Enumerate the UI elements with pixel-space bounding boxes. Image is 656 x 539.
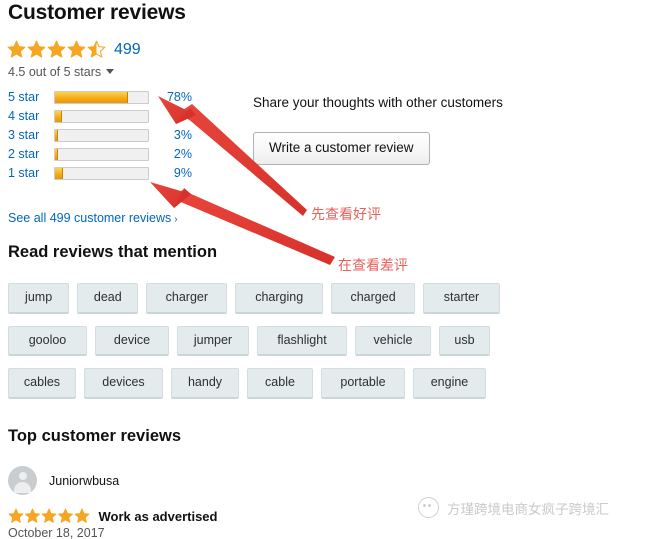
rating-out-of-dropdown[interactable]: 4.5 out of 5 stars (8, 65, 115, 79)
histogram-percent-label[interactable]: 78% (149, 91, 192, 104)
histogram-row-4-star[interactable]: 4 star 8% (8, 109, 203, 124)
histogram-percent-label[interactable]: 3% (149, 129, 192, 142)
wechat-logo-dot-left (423, 504, 426, 507)
top-customer-reviews-title: Top customer reviews (8, 427, 182, 445)
annotation-note-top: 先查看好评 (311, 207, 381, 223)
histogram-row-5-star[interactable]: 5 star 78% (8, 90, 203, 105)
mention-tag-starter[interactable]: starter (423, 283, 500, 314)
histogram-bar-fill (55, 92, 128, 103)
mention-tag-usb[interactable]: usb (439, 325, 490, 356)
mention-tag-device[interactable]: device (95, 325, 169, 356)
review-count-link[interactable]: 499 (114, 41, 141, 58)
mention-tag-portable[interactable]: portable (321, 368, 405, 399)
share-thoughts-prompt: Share your thoughts with other customers (253, 95, 503, 110)
review-title-link[interactable]: Work as advertised (99, 509, 218, 524)
watermark: 方瑾跨境电商女疯子跨境汇 (418, 497, 609, 518)
mention-tag-cables[interactable]: cables (8, 368, 76, 399)
user-avatar-icon (8, 466, 37, 495)
histogram-star-label[interactable]: 5 star (8, 91, 54, 104)
histogram-bar-fill (55, 149, 58, 160)
histogram-star-label[interactable]: 1 star (8, 167, 54, 180)
mention-tag-charger[interactable]: charger (146, 283, 228, 314)
review-headline-row: Work as advertised (8, 508, 217, 524)
chevron-down-icon (106, 69, 115, 74)
tag-row: gooloo device jumper flashlight vehicle usb (8, 325, 508, 356)
reviewer-row: Juniorwbusa (8, 466, 119, 495)
mention-tag-charged[interactable]: charged (331, 283, 416, 314)
histogram-bar-track[interactable] (54, 91, 149, 104)
mention-tag-flashlight[interactable]: flashlight (257, 325, 347, 356)
mention-tag-engine[interactable]: engine (413, 368, 486, 399)
write-customer-review-button[interactable]: Write a customer review (253, 132, 430, 165)
histogram-star-label[interactable]: 2 star (8, 148, 54, 161)
mention-tag-gooloo[interactable]: gooloo (8, 325, 87, 356)
tag-row: cables devices handy cable portable engine (8, 368, 508, 399)
histogram-row-3-star[interactable]: 3 star 3% (8, 128, 203, 143)
histogram-bar-fill (55, 111, 63, 122)
histogram-bar-track[interactable] (54, 110, 149, 123)
mention-tag-jump[interactable]: jump (8, 283, 70, 314)
page-title: Customer reviews (8, 1, 186, 24)
histogram-percent-label[interactable]: 9% (149, 167, 192, 180)
histogram-star-label[interactable]: 3 star (8, 129, 54, 142)
mention-tag-handy[interactable]: handy (171, 368, 239, 399)
histogram-bar-track[interactable] (54, 129, 149, 142)
tag-row: jump dead charger charging charged starter (8, 283, 508, 314)
review-date: October 18, 2017 (8, 526, 105, 539)
histogram-row-1-star[interactable]: 1 star 9% (8, 166, 203, 181)
histogram-percent-label[interactable]: 2% (149, 148, 192, 161)
summary-stars-icon[interactable] (7, 40, 107, 59)
rating-out-of-label: 4.5 out of 5 stars (8, 65, 102, 79)
rating-summary: 499 (7, 40, 141, 59)
see-all-reviews-link[interactable]: See all 499 customer reviews › (8, 211, 178, 225)
mention-tag-cloud: jump dead charger charging charged starter goo… (8, 283, 508, 411)
reviewer-name-link[interactable]: Juniorwbusa (49, 474, 119, 488)
histogram-bar-track[interactable] (54, 167, 149, 180)
watermark-text: 方瑾跨境电商女疯子跨境汇 (447, 501, 609, 518)
mention-tag-dead[interactable]: dead (77, 283, 139, 314)
histogram-percent-label[interactable]: 8% (149, 110, 192, 123)
avatar-body-shape (14, 482, 31, 493)
wechat-logo-dot-right (428, 504, 431, 507)
mention-tag-cable[interactable]: cable (247, 368, 313, 399)
wechat-logo-icon (418, 497, 439, 518)
mention-tag-vehicle[interactable]: vehicle (355, 325, 431, 356)
annotation-note-bottom: 在查看差评 (338, 258, 408, 274)
see-all-reviews-label: See all 499 customer reviews (8, 211, 172, 225)
chevron-right-icon: › (174, 214, 178, 225)
histogram-bar-fill (55, 168, 64, 179)
mention-tag-charging[interactable]: charging (235, 283, 324, 314)
avatar-head-shape (18, 472, 27, 480)
rating-histogram: 5 star 78% 4 star 8% 3 star 3% 2 star 2% 1 star 9… (8, 90, 203, 185)
histogram-bar-track[interactable] (54, 148, 149, 161)
annotation-arrow-layer (150, 96, 335, 265)
histogram-row-2-star[interactable]: 2 star 2% (8, 147, 203, 162)
mention-tag-devices[interactable]: devices (84, 368, 163, 399)
mention-tag-jumper[interactable]: jumper (177, 325, 249, 356)
review-stars-icon (8, 508, 91, 524)
histogram-star-label[interactable]: 4 star (8, 110, 54, 123)
histogram-bar-fill (55, 130, 58, 141)
read-reviews-mention-title: Read reviews that mention (8, 243, 218, 261)
customer-reviews-page: Customer reviews 499 4.5 out of 5 stars … (0, 0, 656, 539)
